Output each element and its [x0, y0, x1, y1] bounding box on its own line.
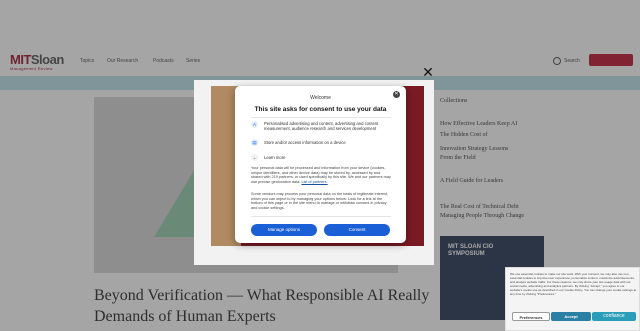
dialog-close-icon[interactable]: ✕ [393, 91, 400, 98]
page: MITSloan Management Review Topics Our Re… [0, 0, 640, 331]
consent-dialog: Welcome ✕ This site asks for consent to … [235, 86, 406, 243]
cookie-banner: We use essential cookies to make our sit… [505, 267, 640, 331]
dialog-welcome: Welcome [310, 95, 331, 101]
manage-options-button[interactable]: Manage options [251, 224, 317, 236]
dialog-title: This site asks for consent to use your d… [254, 106, 387, 113]
cookie-banner-text: We use essential cookies to make our sit… [510, 272, 637, 297]
consent-paragraph-1: Your personal data will be processed and… [251, 166, 392, 184]
preferences-button[interactable]: Preferences [512, 312, 550, 321]
divider [251, 117, 391, 118]
advertising-icon: A [251, 121, 258, 128]
device-storage-icon: ▤ [251, 139, 258, 146]
accept-button[interactable]: Accept [551, 312, 591, 321]
partners-link[interactable]: List of partners. [301, 180, 327, 184]
learn-more-label: Learn more [264, 155, 286, 160]
trust-badge[interactable]: confiance [592, 312, 636, 321]
chevron-down-icon: ⌄ [251, 154, 258, 161]
close-icon[interactable]: ✕ [420, 64, 436, 80]
consent-paragraph-2: Some vendors may process your personal d… [251, 192, 389, 210]
purpose-text: Personalised advertising and content, ad… [264, 121, 379, 131]
consent-button[interactable]: Consent [324, 224, 390, 236]
purpose-text: Store and/or access information on a dev… [264, 140, 346, 145]
divider [251, 216, 391, 217]
